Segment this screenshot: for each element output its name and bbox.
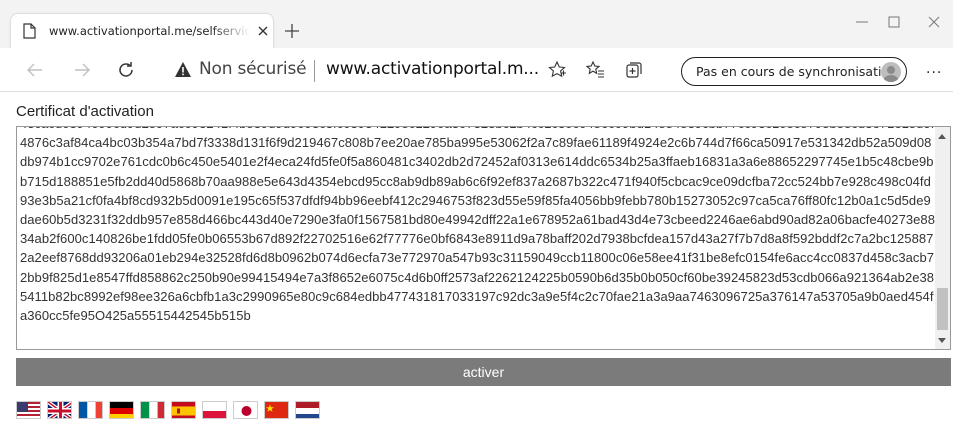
activate-button[interactable]: activer bbox=[16, 358, 951, 386]
close-tab-icon[interactable] bbox=[255, 23, 271, 39]
address-separator bbox=[314, 60, 315, 82]
flag-pl-icon[interactable] bbox=[202, 401, 227, 419]
forward-arrow-icon[interactable] bbox=[72, 60, 92, 80]
new-tab-icon[interactable] bbox=[283, 22, 301, 40]
browser-tab[interactable]: www.activationportal.me/selfservice bbox=[11, 14, 273, 48]
scrollbar-thumb[interactable] bbox=[937, 288, 948, 330]
flag-fr-icon[interactable] bbox=[78, 401, 103, 419]
flag-jp-icon[interactable] bbox=[233, 401, 258, 419]
address-bar-url[interactable]: www.activationportal.m... bbox=[326, 59, 539, 79]
favorites-icon[interactable] bbox=[585, 60, 605, 80]
certificate-text[interactable]: 43cacd0394099cd9d2897ac093241f4b839d9d90… bbox=[20, 127, 938, 325]
scroll-up-arrow-icon[interactable] bbox=[938, 134, 946, 139]
flag-it-icon[interactable] bbox=[140, 401, 165, 419]
flag-nl-icon[interactable] bbox=[295, 401, 320, 419]
collections-icon[interactable] bbox=[624, 60, 644, 80]
page-title: Certificat d'activation bbox=[16, 103, 154, 120]
flag-cn-icon[interactable] bbox=[264, 401, 289, 419]
vertical-scrollbar[interactable] bbox=[935, 127, 950, 349]
back-arrow-icon[interactable] bbox=[25, 60, 45, 80]
reload-icon[interactable] bbox=[116, 60, 136, 80]
flag-es-icon[interactable] bbox=[171, 401, 196, 419]
profile-avatar-icon bbox=[881, 62, 901, 82]
navigation-toolbar: Non sécurisé www.activationportal.m... P… bbox=[0, 48, 953, 92]
tab-title: www.activationportal.me/selfservice bbox=[49, 24, 251, 38]
page-icon bbox=[23, 23, 36, 39]
more-options-icon[interactable]: ··· bbox=[926, 65, 942, 81]
certificate-textarea[interactable]: 43cacd0394099cd9d2897ac093241f4b839d9d90… bbox=[16, 126, 951, 350]
language-flags bbox=[16, 401, 320, 421]
maximize-icon[interactable] bbox=[884, 12, 904, 32]
close-window-icon[interactable] bbox=[924, 12, 944, 32]
security-status[interactable]: Non sécurisé bbox=[199, 59, 307, 79]
tab-strip: www.activationportal.me/selfservice bbox=[0, 0, 953, 48]
sync-profile-button[interactable]: Pas en cours de synchronisation bbox=[681, 57, 907, 86]
add-favorite-icon[interactable] bbox=[547, 60, 567, 80]
warning-icon[interactable] bbox=[174, 61, 192, 78]
flag-de-icon[interactable] bbox=[109, 401, 134, 419]
minimize-icon[interactable] bbox=[852, 12, 872, 32]
flag-uk-icon[interactable] bbox=[47, 401, 72, 419]
scroll-down-arrow-icon[interactable] bbox=[938, 338, 946, 343]
sync-label: Pas en cours de synchronisation bbox=[696, 64, 898, 79]
flag-us-icon[interactable] bbox=[16, 401, 41, 419]
